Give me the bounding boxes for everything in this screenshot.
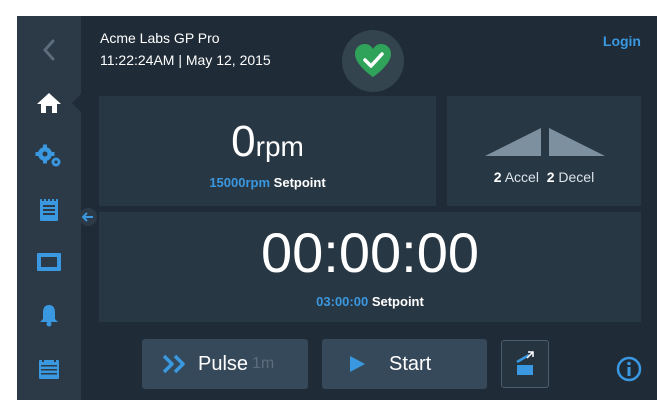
home-icon	[37, 93, 61, 113]
info-icon	[616, 356, 642, 382]
timer-value: 00:00:00	[261, 221, 479, 284]
decel-label: Decel	[558, 169, 595, 185]
speed-value: 0	[231, 117, 256, 166]
start-button[interactable]: Start	[322, 339, 487, 389]
gears-icon	[35, 144, 61, 167]
timer-setpoint-value: 03:00:00	[316, 294, 369, 309]
pulse-button[interactable]: Pulse 1m	[142, 339, 308, 389]
speed-panel[interactable]: 0rpm 15000rpm Setpoint	[99, 96, 436, 206]
ramp-panel[interactable]: 2 Accel 2 Decel	[447, 96, 641, 206]
accel-label: Accel	[504, 169, 539, 185]
speed-unit: rpm	[255, 131, 304, 162]
speed-setpoint: 15000rpm Setpoint	[99, 175, 436, 190]
sidebar	[17, 16, 97, 400]
ramp-profile-icon	[485, 128, 605, 156]
pulse-label: Pulse	[198, 352, 249, 375]
device-name: Acme Labs GP Pro	[100, 30, 220, 46]
sidebar-item-alarms[interactable]	[17, 295, 81, 335]
ramp-values: 2 Accel 2 Decel	[447, 169, 641, 185]
heart-check-icon	[355, 44, 391, 77]
login-link[interactable]: Login	[603, 33, 641, 49]
screen-icon	[37, 253, 61, 271]
accel-value: 2	[493, 169, 502, 185]
play-icon	[350, 356, 365, 372]
back-button[interactable]	[17, 30, 81, 70]
timer-setpoint: 03:00:00 Setpoint	[99, 294, 641, 309]
calendar-icon	[39, 357, 59, 379]
pulse-duration: 1m	[252, 355, 275, 372]
lid-open-icon	[516, 351, 534, 375]
sidebar-item-notes[interactable]	[17, 189, 81, 229]
sidebar-item-calendar[interactable]	[17, 348, 81, 388]
lid-button[interactable]	[501, 340, 549, 388]
notepad-icon	[40, 196, 58, 221]
timer-panel[interactable]: 00:00:00 03:00:00 Setpoint	[99, 212, 641, 322]
date-time: 11:22:24AM | May 12, 2015	[100, 52, 271, 68]
decel-value: 2	[546, 169, 555, 185]
double-chevron-right-icon	[162, 354, 185, 374]
active-indicator	[72, 94, 81, 112]
speed-setpoint-value: 15000rpm	[209, 175, 271, 190]
info-button[interactable]	[616, 356, 642, 387]
start-label: Start	[389, 352, 432, 375]
sidebar-item-display[interactable]	[17, 242, 81, 282]
collapse-sidebar-button[interactable]	[79, 208, 97, 226]
speed-setpoint-label: Setpoint	[273, 175, 326, 190]
sidebar-item-settings[interactable]	[17, 136, 81, 176]
arrow-left-icon	[82, 212, 93, 222]
centrifuge-screen: Acme Labs GP Pro 11:22:24AM | May 12, 20…	[17, 16, 657, 400]
status-indicator[interactable]	[342, 30, 404, 92]
speed-readout: 0rpm	[99, 118, 436, 166]
bell-icon	[40, 305, 58, 327]
chevron-left-icon	[42, 39, 55, 61]
timer-setpoint-label: Setpoint	[371, 294, 424, 309]
